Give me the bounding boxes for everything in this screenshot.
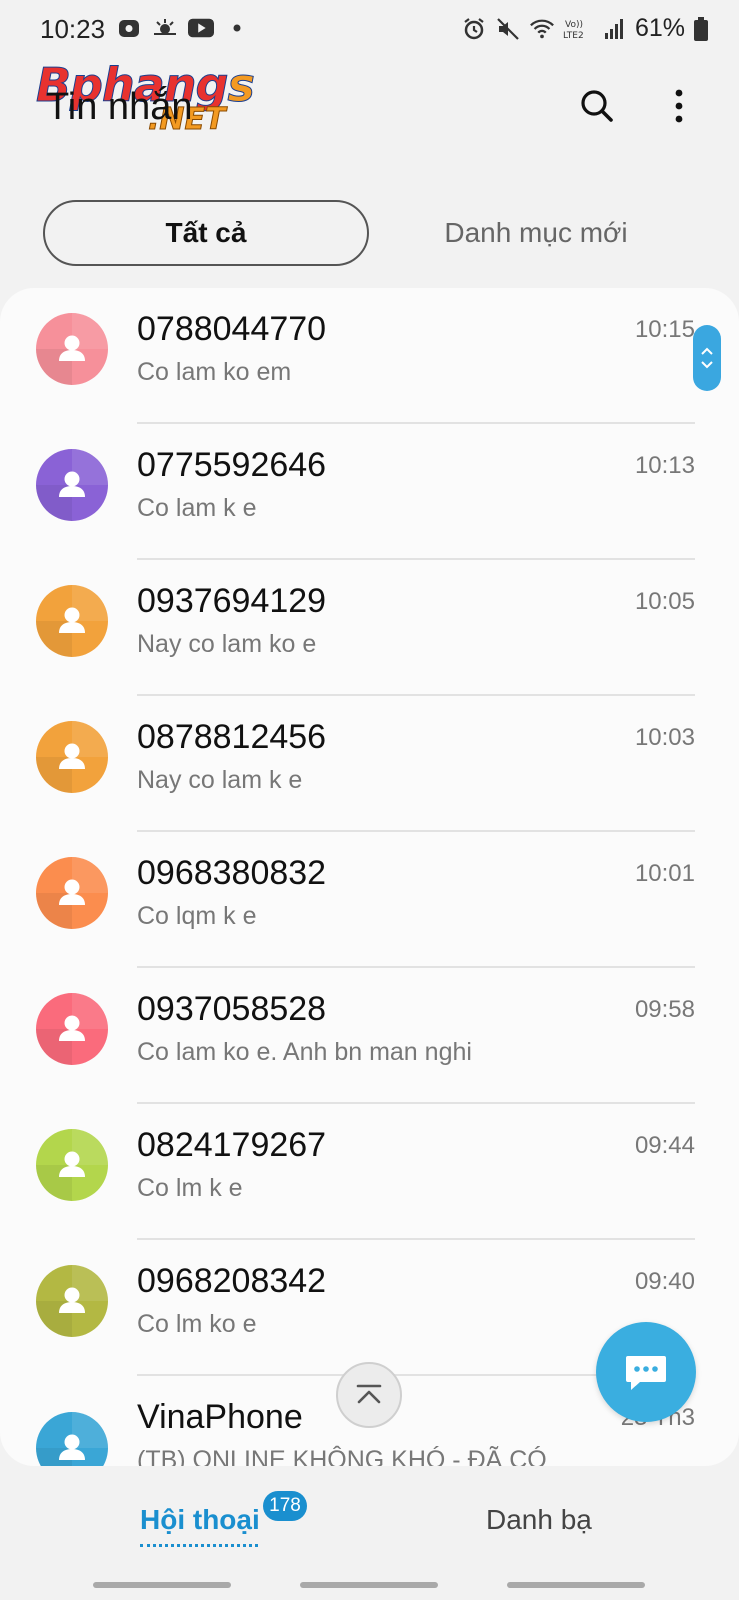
conversation-row[interactable]: 0878812456 Nay co lam k e 10:03 [0, 696, 739, 832]
conversation-name: 0937694129 [137, 582, 327, 620]
wifi-icon [529, 17, 555, 41]
nav-conversations[interactable]: Hội thoại [140, 1504, 260, 1536]
conversation-name: 0878812456 [137, 718, 327, 756]
nav-active-indicator [140, 1544, 258, 1547]
conversation-name: 0824179267 [137, 1126, 327, 1164]
conversation-time: 09:58 [634, 996, 695, 1023]
person-icon [36, 449, 108, 521]
conversation-preview: Co lam ko em [137, 358, 292, 386]
avatar [36, 1129, 108, 1201]
avatar [36, 449, 108, 521]
youtube-icon [188, 16, 214, 40]
tab-new-category[interactable]: Danh mục mới [373, 200, 699, 266]
svg-text:Vo)): Vo)) [565, 20, 583, 30]
chat-bubble-icon [626, 1356, 666, 1390]
conversation-time: 09:40 [634, 1268, 695, 1295]
dot-icon [224, 16, 250, 40]
chevron-down-icon [701, 361, 713, 369]
weather-icon [152, 16, 178, 40]
scroll-to-top-button[interactable] [336, 1362, 402, 1428]
signal-icon [601, 17, 627, 41]
scroll-up-icon [356, 1384, 382, 1404]
avatar [36, 585, 108, 657]
conversation-preview: Co lm k e [137, 1174, 243, 1202]
header-actions [577, 86, 699, 126]
volte-icon: Vo)) LTE2 [563, 17, 593, 41]
conversation-row[interactable]: 0937058528 Co lam ko e. Anh bn man nghi … [0, 968, 739, 1104]
person-icon [36, 1129, 108, 1201]
unread-count-badge: 178 [263, 1491, 307, 1521]
conversation-row[interactable]: 0824179267 Co lm k e 09:44 [0, 1104, 739, 1240]
svg-text:LTE2: LTE2 [563, 31, 584, 41]
page-title: Tin nhắn [46, 86, 193, 128]
avatar [36, 1412, 108, 1466]
conversation-row[interactable]: 0788044770 Co lam ko em 10:15 [0, 288, 739, 424]
mute-icon [495, 17, 521, 41]
person-icon [36, 993, 108, 1065]
conversation-time: 10:15 [634, 316, 695, 343]
conversation-time: 10:13 [634, 452, 695, 479]
conversation-row[interactable]: 0775592646 Co lam k e 10:13 [0, 424, 739, 560]
chevron-up-icon [701, 347, 713, 355]
conversation-preview: (TB) ONLINE KHÔNG KHÓ - ĐÃ CÓ [137, 1446, 547, 1466]
bottom-navigation: Hội thoại 178 Danh bạ [0, 1466, 739, 1566]
status-bar: 10:23 Vo)) LTE2 61% [0, 0, 739, 60]
tab-all[interactable]: Tất cả [43, 200, 369, 266]
gesture-bar-right [507, 1582, 645, 1588]
status-time: 10:23 [40, 14, 106, 44]
conversation-preview: Nay co lam k e [137, 766, 303, 794]
conversation-name: VinaPhone [137, 1398, 303, 1436]
conversation-time: 10:01 [634, 860, 695, 887]
search-button[interactable] [577, 86, 617, 126]
conversation-row[interactable]: 0968380832 Co lqm k e 10:01 [0, 832, 739, 968]
avatar [36, 1265, 108, 1337]
battery-percent: 61% [634, 14, 685, 42]
conversation-preview: Co lm ko e [137, 1310, 257, 1338]
conversation-preview: Co lam k e [137, 494, 257, 522]
person-icon [36, 585, 108, 657]
avatar [36, 721, 108, 793]
conversation-name: 0968208342 [137, 1262, 327, 1300]
conversation-time: 09:44 [634, 1132, 695, 1159]
notification-app-icon [116, 16, 142, 40]
category-tabs: Tất cả Danh mục mới [43, 200, 699, 266]
avatar [36, 857, 108, 929]
conversation-list[interactable]: 0788044770 Co lam ko em 10:15 0775592646… [0, 288, 739, 1466]
conversation-preview: Co lqm k e [137, 902, 257, 930]
battery-icon [693, 16, 709, 41]
conversation-time: 10:03 [634, 724, 695, 751]
alarm-icon [461, 17, 487, 41]
person-icon [36, 857, 108, 929]
conversation-preview: Co lam ko e. Anh bn man nghi [137, 1038, 472, 1066]
person-icon [36, 1412, 108, 1466]
nav-contacts[interactable]: Danh bạ [486, 1504, 592, 1536]
gesture-bar-left [93, 1582, 231, 1588]
conversation-row[interactable]: 0937694129 Nay co lam ko e 10:05 [0, 560, 739, 696]
avatar [36, 993, 108, 1065]
avatar [36, 313, 108, 385]
conversation-name: 0775592646 [137, 446, 327, 484]
compose-message-button[interactable] [596, 1322, 696, 1422]
conversation-name: 0788044770 [137, 310, 327, 348]
more-vertical-icon [675, 89, 683, 123]
person-icon [36, 1265, 108, 1337]
fast-scroll-handle[interactable] [693, 325, 721, 391]
gesture-bar-center [300, 1582, 438, 1588]
status-notification-icons [116, 16, 250, 40]
conversation-name: 0937058528 [137, 990, 327, 1028]
more-options-button[interactable] [659, 86, 699, 126]
person-icon [36, 721, 108, 793]
status-system-icons: Vo)) LTE2 61% [461, 14, 709, 43]
conversation-name: 0968380832 [137, 854, 327, 892]
conversation-preview: Nay co lam ko e [137, 630, 317, 658]
conversation-time: 10:05 [634, 588, 695, 615]
person-icon [36, 313, 108, 385]
search-icon [581, 90, 613, 122]
